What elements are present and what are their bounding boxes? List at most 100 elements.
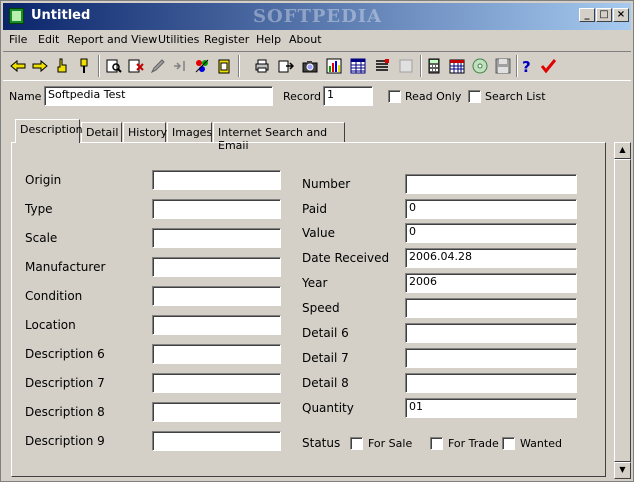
- wanted-checkbox[interactable]: [502, 437, 515, 450]
- speed-field[interactable]: [405, 298, 577, 318]
- menu-bar: File Edit Report and View Utilities Regi…: [3, 31, 631, 49]
- menu-edit[interactable]: Edit: [38, 33, 59, 46]
- menu-about[interactable]: About: [289, 33, 322, 46]
- record-input[interactable]: 1: [323, 86, 373, 106]
- detail-7-label: Detail 7: [302, 351, 349, 365]
- for-trade-checkbox[interactable]: [430, 437, 443, 450]
- tab-label: Images: [172, 126, 213, 139]
- title-bar[interactable]: Untitled SOFTPEDIA _ □ ×: [3, 3, 631, 30]
- description-8-field[interactable]: [152, 402, 281, 422]
- detail-6-label: Detail 6: [302, 326, 349, 340]
- cut-record-button[interactable]: [125, 55, 147, 77]
- scroll-up-button[interactable]: ▲: [614, 142, 631, 159]
- camera-icon: [302, 61, 318, 73]
- location-label: Location: [25, 318, 76, 332]
- pin-icon: [80, 58, 88, 73]
- number-label: Number: [302, 177, 351, 191]
- read-only-label: Read Only: [405, 90, 462, 103]
- scale-label: Scale: [25, 231, 58, 245]
- menu-help[interactable]: Help: [256, 33, 281, 46]
- print-button[interactable]: [251, 55, 273, 77]
- print-preview-icon: [278, 60, 294, 73]
- description-7-field[interactable]: [152, 373, 281, 393]
- arrow-down-icon: ▼: [619, 465, 626, 474]
- prev-record-button[interactable]: [7, 55, 29, 77]
- tab-label: Detail: [86, 126, 119, 139]
- menu-file[interactable]: File: [9, 33, 27, 46]
- year-field[interactable]: 2006: [405, 273, 577, 293]
- toolbar: ?: [3, 51, 631, 81]
- sort-button[interactable]: [169, 55, 191, 77]
- list-icon: [376, 59, 389, 71]
- clipboard-button[interactable]: [213, 55, 235, 77]
- description-6-field[interactable]: [152, 344, 281, 364]
- tab-images[interactable]: Images: [167, 122, 212, 142]
- quantity-field[interactable]: 01: [405, 398, 577, 418]
- name-input[interactable]: Softpedia Test: [44, 86, 273, 106]
- description-7-label: Description 7: [25, 376, 105, 390]
- description-8-label: Description 8: [25, 405, 105, 419]
- description-9-field[interactable]: [152, 431, 281, 451]
- vertical-scrollbar[interactable]: ▲ ▼: [614, 142, 631, 479]
- check-button[interactable]: [537, 55, 559, 77]
- disabled-tool-button[interactable]: [395, 55, 417, 77]
- edit-icon: [150, 59, 165, 74]
- scale-field[interactable]: [152, 228, 281, 248]
- search-list-checkbox[interactable]: [468, 90, 481, 103]
- menu-utilities[interactable]: Utilities: [158, 33, 199, 46]
- print-preview-button[interactable]: [275, 55, 297, 77]
- value-field[interactable]: 0: [405, 223, 577, 243]
- colors-button[interactable]: [191, 55, 213, 77]
- camera-button[interactable]: [299, 55, 321, 77]
- help-button[interactable]: ?: [515, 55, 537, 77]
- date-received-field[interactable]: 2006.04.28: [405, 248, 577, 268]
- pin-button[interactable]: [73, 55, 95, 77]
- next-record-icon: [32, 59, 48, 73]
- location-field[interactable]: [152, 315, 281, 335]
- find-icon: [106, 59, 122, 73]
- detail-6-field[interactable]: [405, 323, 577, 343]
- scroll-thumb[interactable]: [614, 159, 631, 462]
- table-button[interactable]: [347, 55, 369, 77]
- detail-8-field[interactable]: [405, 373, 577, 393]
- next-record-button[interactable]: [29, 55, 51, 77]
- for-sale-checkbox[interactable]: [350, 437, 363, 450]
- edit-button[interactable]: [147, 55, 169, 77]
- cd-button[interactable]: [469, 55, 491, 77]
- maximize-button[interactable]: □: [596, 8, 612, 22]
- tab-label: History: [128, 126, 168, 139]
- chart-button[interactable]: [323, 55, 345, 77]
- manufacturer-field[interactable]: [152, 257, 281, 277]
- disabled-icon: [399, 59, 413, 73]
- number-field[interactable]: [405, 174, 577, 194]
- detail-7-field[interactable]: [405, 348, 577, 368]
- read-only-checkbox[interactable]: [388, 90, 401, 103]
- list-button[interactable]: [371, 55, 393, 77]
- app-window: Untitled SOFTPEDIA _ □ × File Edit Repor…: [0, 0, 634, 482]
- toolbar-separator: [98, 55, 100, 77]
- find-button[interactable]: [103, 55, 125, 77]
- tab-internet-search-and-email[interactable]: Internet Search and Email: [213, 122, 345, 152]
- menu-register[interactable]: Register: [204, 33, 249, 46]
- value-label: Value: [302, 226, 335, 240]
- calendar-button[interactable]: [446, 55, 468, 77]
- tab-detail[interactable]: Detail: [81, 122, 122, 142]
- close-button[interactable]: ×: [613, 8, 629, 22]
- scroll-down-button[interactable]: ▼: [614, 462, 631, 479]
- origin-field[interactable]: [152, 170, 281, 190]
- calculator-button[interactable]: [423, 55, 445, 77]
- calculator-icon: [428, 58, 440, 74]
- type-field[interactable]: [152, 199, 281, 219]
- menu-report-and-view[interactable]: Report and View: [67, 33, 157, 46]
- window-title: Untitled: [31, 8, 91, 23]
- minimize-button[interactable]: _: [579, 8, 595, 22]
- condition-field[interactable]: [152, 286, 281, 306]
- arrow-up-icon: ▲: [619, 145, 626, 154]
- save-button[interactable]: [492, 55, 514, 77]
- paid-field[interactable]: 0: [405, 199, 577, 219]
- tab-history[interactable]: History: [123, 122, 168, 142]
- tab-description[interactable]: Description: [15, 119, 83, 143]
- year-label: Year: [302, 276, 328, 290]
- hand-button[interactable]: [51, 55, 73, 77]
- status-label: Status: [302, 436, 341, 450]
